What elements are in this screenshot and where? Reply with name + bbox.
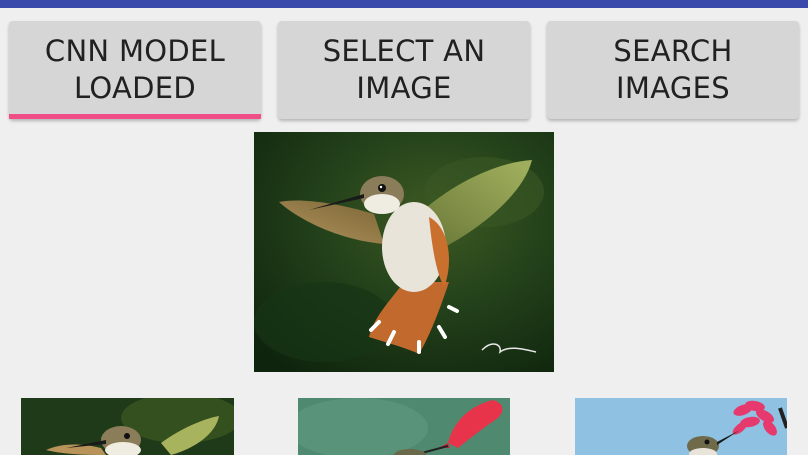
result-thumbnail-1[interactable] bbox=[21, 398, 234, 455]
select-image-button[interactable]: SELECT AN IMAGE bbox=[278, 21, 530, 119]
cnn-model-loaded-button[interactable]: CNN MODEL LOADED bbox=[9, 21, 261, 119]
cnn-model-loaded-label: CNN MODEL LOADED bbox=[44, 34, 226, 105]
selected-image[interactable] bbox=[254, 132, 554, 372]
result-thumbnail-3[interactable] bbox=[575, 398, 787, 455]
hummingbird-photo-icon bbox=[21, 398, 234, 455]
search-images-label: SEARCH IMAGES bbox=[613, 34, 733, 105]
search-images-button[interactable]: SEARCH IMAGES bbox=[547, 21, 799, 119]
hummingbird-flower-photo-icon bbox=[575, 398, 787, 455]
result-thumbnail-2[interactable] bbox=[298, 398, 510, 455]
app-bar bbox=[0, 0, 808, 8]
hummingbird-feeder-photo-icon bbox=[298, 398, 510, 455]
hummingbird-photo-icon bbox=[254, 132, 554, 372]
model-loaded-indicator bbox=[9, 114, 261, 119]
select-image-label: SELECT AN IMAGE bbox=[322, 34, 486, 105]
